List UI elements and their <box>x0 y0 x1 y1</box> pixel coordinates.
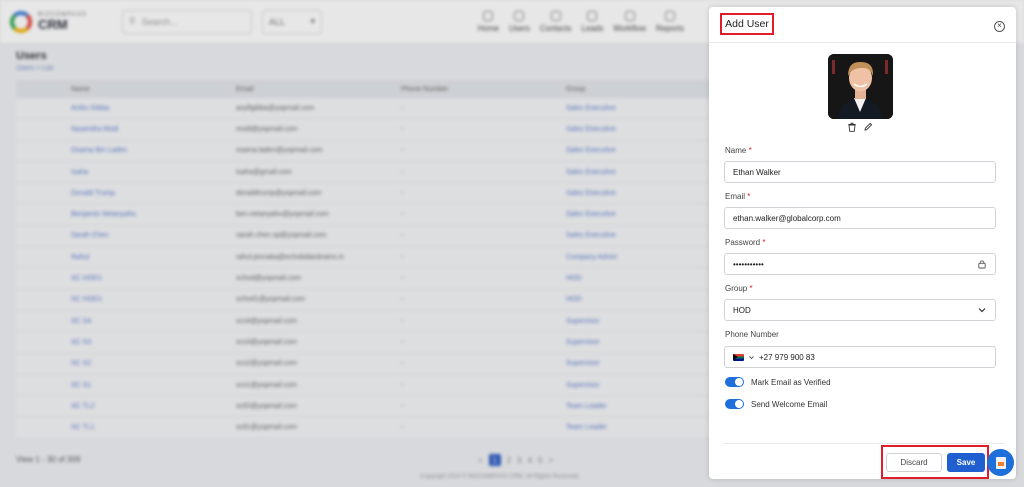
save-button[interactable]: Save <box>947 453 985 472</box>
add-user-drawer: Add User × Name * Ethan Walker Email * e… <box>709 7 1016 479</box>
phone-field[interactable]: +27 979 900 83 <box>724 346 996 368</box>
name-label-text: Name <box>725 146 747 155</box>
lock-icon[interactable] <box>977 259 987 269</box>
chevron-down-icon <box>978 308 986 313</box>
email-value: ethan.walker@globalcorp.com <box>733 213 841 223</box>
name-label: Name * <box>725 146 752 155</box>
welcome-email-toggle[interactable] <box>725 399 744 409</box>
mark-verified-row: Mark Email as Verified <box>725 377 831 387</box>
avatar-actions <box>847 122 873 132</box>
password-label-text: Password <box>725 238 761 247</box>
welcome-email-label: Send Welcome Email <box>751 399 828 409</box>
password-field[interactable]: ••••••••••• <box>724 253 996 275</box>
required-mark: * <box>762 238 766 247</box>
phone-value: +27 979 900 83 <box>759 352 815 362</box>
south-africa-flag-icon[interactable] <box>733 353 744 361</box>
user-avatar[interactable] <box>828 54 893 119</box>
discard-button[interactable]: Discard <box>886 453 942 472</box>
group-value: HOD <box>733 305 751 315</box>
mark-verified-label: Mark Email as Verified <box>751 377 831 387</box>
email-field[interactable]: ethan.walker@globalcorp.com <box>724 207 996 229</box>
country-chevron-icon[interactable] <box>749 355 754 360</box>
mark-verified-toggle[interactable] <box>725 377 744 387</box>
password-value: ••••••••••• <box>733 259 764 269</box>
avatar-photo <box>828 54 893 119</box>
name-field[interactable]: Ethan Walker <box>724 161 996 183</box>
close-icon[interactable]: × <box>994 21 1005 32</box>
pencil-icon[interactable] <box>863 122 873 132</box>
drawer-title: Add User <box>720 13 774 35</box>
required-mark: * <box>747 192 751 201</box>
group-select[interactable]: HOD <box>724 299 996 321</box>
email-label-text: Email <box>725 192 746 201</box>
document-icon <box>995 456 1006 469</box>
group-label-text: Group <box>725 284 748 293</box>
drawer-header: Add User × <box>709 7 1016 43</box>
required-mark: * <box>749 284 753 293</box>
welcome-email-row: Send Welcome Email <box>725 399 827 409</box>
email-label: Email * <box>725 192 750 201</box>
trash-icon[interactable] <box>847 122 857 132</box>
floating-action-button[interactable] <box>987 449 1014 476</box>
group-label: Group * <box>725 284 753 293</box>
required-mark: * <box>748 146 752 155</box>
password-label: Password * <box>725 238 765 247</box>
phone-label: Phone Number <box>725 330 779 339</box>
name-value: Ethan Walker <box>733 167 781 177</box>
drawer-footer-divider <box>724 443 1004 444</box>
